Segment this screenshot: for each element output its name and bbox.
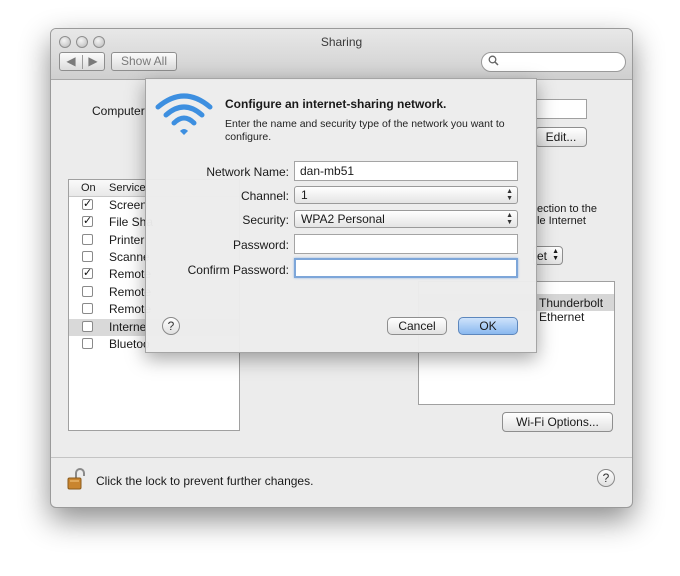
title-bar: Sharing ◀ ▶ Show All bbox=[51, 29, 632, 80]
service-checkbox[interactable] bbox=[82, 234, 93, 245]
security-value: WPA2 Personal bbox=[301, 212, 385, 226]
forward-button[interactable]: ▶ bbox=[82, 53, 104, 70]
sheet-description: Enter the name and security type of the … bbox=[225, 118, 505, 143]
lock-status-text: Click the lock to prevent further change… bbox=[96, 474, 314, 488]
channel-label: Channel: bbox=[240, 189, 289, 203]
back-button[interactable]: ◀ bbox=[60, 53, 82, 70]
computer-name-label: Computer bbox=[92, 104, 145, 118]
channel-value: 1 bbox=[301, 188, 308, 202]
ok-button[interactable]: OK bbox=[458, 317, 518, 335]
password-label: Password: bbox=[232, 238, 289, 252]
confirm-password-field[interactable] bbox=[294, 258, 518, 278]
confirm-password-label: Confirm Password: bbox=[187, 263, 289, 277]
description-fragment: ection to the bbox=[537, 203, 597, 215]
cancel-button[interactable]: Cancel bbox=[387, 317, 447, 335]
service-checkbox[interactable] bbox=[82, 338, 93, 349]
internet-sharing-sheet: Configure an internet-sharing network. E… bbox=[145, 78, 537, 353]
show-all-button[interactable]: Show All bbox=[111, 52, 177, 71]
service-checkbox[interactable] bbox=[82, 303, 93, 314]
security-popup[interactable]: WPA2 Personal ▲ ▼ bbox=[294, 210, 518, 228]
segment-divider bbox=[82, 55, 83, 69]
wifi-options-button[interactable]: Wi-Fi Options... bbox=[502, 412, 613, 432]
service-name: Bluetoo bbox=[109, 337, 150, 351]
search-field[interactable] bbox=[481, 52, 626, 72]
service-name: Screen bbox=[109, 198, 148, 212]
magnifier-icon bbox=[488, 55, 499, 69]
window-title: Sharing bbox=[320, 35, 363, 49]
service-checkbox[interactable] bbox=[82, 286, 93, 297]
list-item-label: Thunderbolt Ethernet bbox=[539, 296, 604, 324]
service-checkbox[interactable]: ✓ bbox=[82, 199, 93, 210]
share-from-value: et bbox=[537, 249, 548, 263]
service-checkbox[interactable]: ✓ bbox=[82, 216, 93, 227]
column-header-service: Service bbox=[109, 182, 146, 194]
footer-divider bbox=[51, 457, 632, 458]
channel-popup[interactable]: 1 ▲ ▼ bbox=[294, 186, 518, 204]
back-forward-control: ◀ ▶ bbox=[59, 52, 105, 71]
share-from-popup[interactable]: et ▲ ▼ bbox=[533, 246, 563, 265]
popup-arrows-icon: ▲ ▼ bbox=[506, 188, 513, 202]
security-label: Security: bbox=[242, 213, 289, 227]
network-name-field[interactable]: dan-mb51 bbox=[294, 161, 518, 181]
unlocked-lock-icon[interactable] bbox=[67, 467, 85, 491]
edit-button[interactable]: Edit... bbox=[535, 127, 587, 147]
service-checkbox[interactable]: ✓ bbox=[82, 268, 93, 279]
network-name-label: Network Name: bbox=[206, 165, 289, 179]
service-name: Interne bbox=[109, 320, 147, 334]
password-field[interactable] bbox=[294, 234, 518, 254]
service-name: Printer bbox=[109, 233, 145, 247]
sheet-title: Configure an internet-sharing network. bbox=[225, 97, 447, 111]
popup-arrows-icon: ▲ ▼ bbox=[506, 212, 513, 226]
sheet-help-button[interactable]: ? bbox=[162, 317, 180, 335]
popup-arrows-icon: ▲ ▼ bbox=[552, 248, 559, 262]
service-name: Scanne bbox=[109, 250, 150, 264]
column-header-on: On bbox=[81, 182, 96, 194]
description-fragment-2: le Internet bbox=[537, 215, 586, 227]
computer-name-field-fragment[interactable] bbox=[535, 99, 587, 119]
service-checkbox[interactable] bbox=[82, 251, 93, 262]
help-button[interactable]: ? bbox=[597, 469, 615, 487]
wifi-icon bbox=[154, 91, 214, 142]
service-checkbox[interactable] bbox=[82, 321, 93, 332]
